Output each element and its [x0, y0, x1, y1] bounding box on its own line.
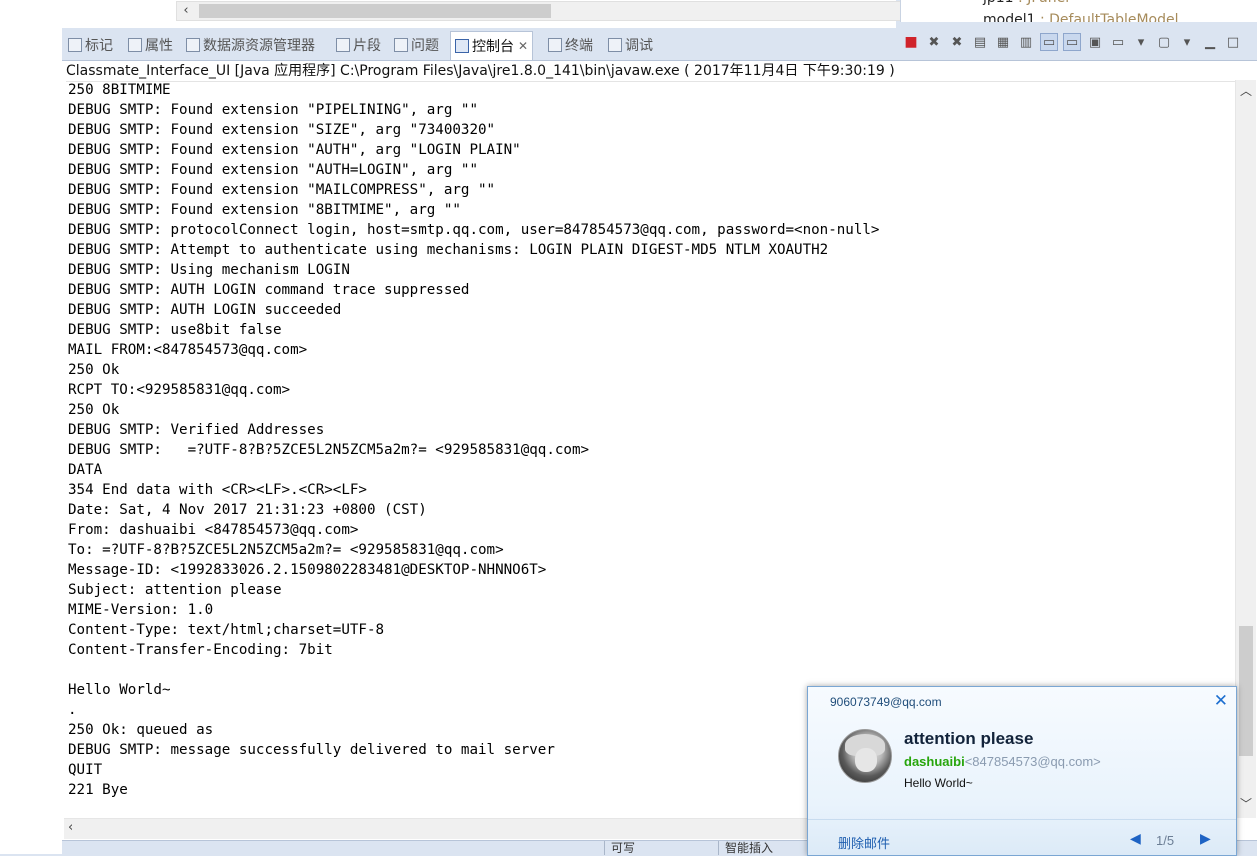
outline-item-name: jp11: [983, 0, 1014, 6]
snippets-icon: [336, 38, 350, 52]
avatar: [838, 729, 892, 783]
status-writable: 可写: [604, 841, 711, 855]
notification-preview: Hello World~: [904, 776, 973, 790]
tab-label: 属性: [145, 38, 173, 54]
console-horizontal-scrollbar[interactable]: ‹: [64, 818, 824, 839]
divider: [808, 819, 1236, 820]
tab-label: 控制台: [472, 39, 514, 55]
chevron-down-icon[interactable]: ▾: [1132, 33, 1150, 51]
remove-launch-icon[interactable]: ✖: [925, 33, 943, 51]
outline-item-model1[interactable]: model1 : DefaultTableModel: [983, 12, 1179, 22]
tab-problems[interactable]: 问题: [394, 35, 439, 55]
scroll-up-icon[interactable]: ︿: [1236, 82, 1256, 99]
sender-name: dashuaibi: [904, 754, 965, 769]
outline-item-jp11[interactable]: jp11 : JPanel: [983, 0, 1069, 6]
outline-item-type: : DefaultTableModel: [1039, 12, 1179, 22]
delete-mail-link[interactable]: 删除邮件: [838, 833, 890, 852]
outline-item-type: : JPanel: [1018, 0, 1069, 6]
remove-all-terminated-icon[interactable]: ✖: [948, 33, 966, 51]
terminate-icon[interactable]: ■: [902, 33, 920, 51]
tab-terminal[interactable]: 终端: [548, 35, 593, 55]
tab-debug[interactable]: 调试: [608, 35, 653, 55]
sender-address: <847854573@qq.com>: [964, 754, 1101, 769]
tab-properties[interactable]: 属性: [128, 35, 173, 55]
minimize-icon[interactable]: ▁: [1201, 33, 1219, 51]
view-tab-bar: 标记 属性 数据源资源管理器 片段 问题 控制台 ✕ 终端 调试 ■ ✖ ✖ ▤…: [62, 28, 1257, 61]
tab-label: 问题: [411, 38, 439, 54]
console-process-header: Classmate_Interface_UI [Java 应用程序] C:\Pr…: [66, 61, 1236, 82]
terminal-icon: [548, 38, 562, 52]
console-icon: [455, 39, 469, 53]
scroll-lock-icon[interactable]: ▦: [994, 33, 1012, 51]
tab-label: 终端: [565, 38, 593, 54]
chevron-down-icon[interactable]: ▾: [1178, 33, 1196, 51]
scroll-left-icon[interactable]: ‹: [68, 820, 73, 835]
problems-icon: [394, 38, 408, 52]
show-console-on-stderr-icon[interactable]: ▭: [1063, 33, 1081, 51]
close-icon[interactable]: ✕: [1214, 691, 1228, 711]
tab-label: 标记: [85, 38, 113, 54]
properties-icon: [128, 38, 142, 52]
tab-label: 调试: [625, 38, 653, 54]
editor-horizontal-scrollbar[interactable]: ‹ ›: [176, 1, 926, 21]
open-console-icon[interactable]: ▢: [1155, 33, 1173, 51]
scroll-left-icon[interactable]: ‹: [177, 2, 195, 20]
notification-subject[interactable]: attention please: [904, 729, 1033, 749]
display-console-icon[interactable]: ▭: [1109, 33, 1127, 51]
notification-counter: 1/5: [1156, 833, 1175, 848]
tab-label: 片段: [353, 38, 381, 54]
scrollbar-thumb[interactable]: [199, 4, 551, 18]
tab-console[interactable]: 控制台 ✕: [450, 31, 534, 60]
notification-account: 906073749@qq.com: [830, 695, 942, 709]
tab-data-source-explorer[interactable]: 数据源资源管理器: [186, 35, 315, 55]
left-panel: [0, 0, 63, 854]
word-wrap-icon[interactable]: ▥: [1017, 33, 1035, 51]
console-output[interactable]: 250 8BITMIME DEBUG SMTP: Found extension…: [68, 80, 879, 800]
editor-area: ‹ ›: [62, 0, 926, 29]
data-source-icon: [186, 38, 200, 52]
clear-console-icon[interactable]: ▤: [971, 33, 989, 51]
pin-console-icon[interactable]: ▣: [1086, 33, 1104, 51]
scroll-down-icon[interactable]: ﹀: [1236, 795, 1256, 812]
debug-icon: [608, 38, 622, 52]
tab-label: 数据源资源管理器: [203, 38, 315, 54]
mail-notification-popup[interactable]: 906073749@qq.com ✕ attention please dash…: [807, 686, 1237, 856]
tab-snippets[interactable]: 片段: [336, 35, 381, 55]
previous-icon[interactable]: ◀: [1130, 831, 1141, 847]
outline-item-name: model1: [983, 12, 1036, 22]
outline-panel: jp11 : JPanel model1 : DefaultTableModel: [900, 0, 1257, 22]
status-insert-mode: 智能插入: [718, 841, 805, 855]
close-icon[interactable]: ✕: [518, 39, 528, 53]
notification-sender: dashuaibi<847854573@qq.com>: [904, 754, 1101, 769]
maximize-icon[interactable]: □: [1224, 33, 1242, 51]
next-icon[interactable]: ▶: [1200, 831, 1211, 847]
scrollbar-thumb[interactable]: [1239, 626, 1253, 756]
console-toolbar: ■ ✖ ✖ ▤ ▦ ▥ ▭ ▭ ▣ ▭ ▾ ▢ ▾ ▁ □: [902, 33, 1247, 51]
markers-icon: [68, 38, 82, 52]
tab-markers[interactable]: 标记: [68, 35, 113, 55]
console-vertical-scrollbar[interactable]: ︿ ﹀: [1235, 80, 1256, 818]
show-console-on-stdout-icon[interactable]: ▭: [1040, 33, 1058, 51]
